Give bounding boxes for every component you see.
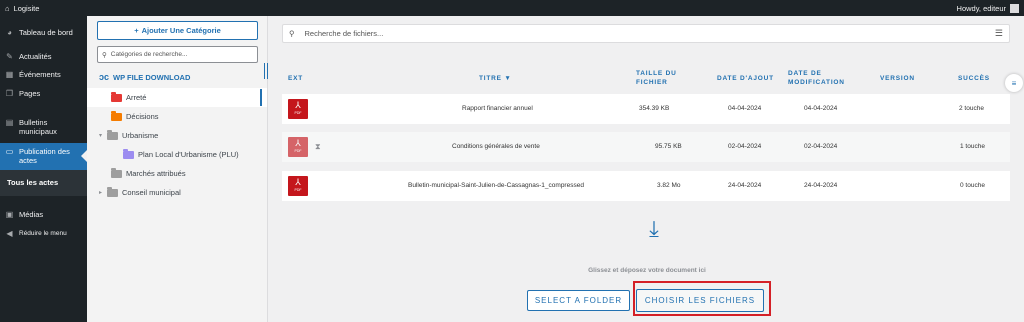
file-title[interactable]: Conditions générales de vente [452,143,540,150]
category-item-marches[interactable]: Marchés attribués [87,164,267,183]
category-item-plu[interactable]: Plan Local d'Urbanisme (PLU) [87,145,267,164]
file-hits: 1 touche [960,143,985,150]
collapse-icon: ◀ [6,229,13,238]
wpfd-logo-icon: ↄc [99,72,110,82]
file-hits: 0 touche [960,182,985,189]
chevron-right-icon[interactable]: ▸ [99,189,107,196]
category-item-arrete[interactable]: Arreté [87,88,267,107]
pages-icon: ❐ [5,89,14,98]
dashboard-icon: ◕ [7,28,12,37]
menu-item-dashboard[interactable]: ◕ Tableau de bord [0,28,87,37]
pdf-file-icon: ⅄ PDF [288,176,308,196]
file-title[interactable]: Bulletin-municipal-Saint-Julien-de-Cassa… [408,182,584,189]
plus-icon: + [134,26,139,35]
file-search-input[interactable]: ⚲ Recherche de fichiers... ☰ [282,24,1010,43]
filter-settings-icon[interactable]: ☰ [995,28,1003,39]
folder-icon [123,148,134,159]
menu-item-pages[interactable]: ❐ Pages [0,89,87,98]
category-panel: + Ajouter Une Catégorie ⚲ Catégories de … [87,16,268,322]
hourglass-icon: ⧗ [315,142,321,151]
file-date-modified: 24-04-2024 [804,182,838,189]
folder-icon [111,110,122,121]
document-icon: ▤ [5,118,14,127]
dropzone-icon: ⤓ [649,216,659,241]
column-ext[interactable]: EXT [288,74,303,83]
file-row[interactable]: ⅄ PDF Rapport financier annuel 354.39 KB … [282,94,1010,124]
file-date-added: 02-04-2024 [728,143,762,150]
file-title[interactable]: Rapport financier annuel [462,105,533,112]
panel-resize-handle[interactable] [264,63,268,79]
category-item-decisions[interactable]: Décisions [87,107,267,126]
pdf-file-icon: ⅄ PDF [288,137,308,157]
user-greeting[interactable]: Howdy, editeur [957,4,1006,13]
search-icon: ⚲ [289,29,295,38]
submenu: Tous les actes [0,170,87,196]
file-size: 354.39 KB [639,105,670,112]
dropzone-text: Glissez et déposez votre document ici [588,267,706,274]
wp-admin-menu: ◕ Tableau de bord ✎ Actualités ▦ Événeme… [0,16,87,322]
chevron-down-icon[interactable]: ▾ [99,132,107,139]
column-hits[interactable]: SUCCÈS [958,74,990,83]
pdf-file-icon: ⅄ PDF [288,99,308,119]
column-date-modified[interactable]: DATE DE MODIFICATION [788,69,845,87]
filter-lines-icon[interactable]: ≡ [1005,74,1023,92]
category-search-input[interactable]: ⚲ Catégories de recherche... [97,46,258,63]
submenu-item-tous-les-actes[interactable]: Tous les actes [0,178,87,187]
file-row[interactable]: ⅄ PDF Bulletin-municipal-Saint-Julien-de-… [282,171,1010,201]
menu-item-publication-actes[interactable]: ▭ Publication des actes [0,143,87,170]
column-title[interactable]: TITRE ▼ [479,74,512,83]
folder-icon [111,91,122,102]
file-table-header: EXT TITRE ▼ TAILLE DU FICHIER DATE D'AJO… [282,68,1010,90]
folder-icon [107,129,118,140]
category-tree: Arreté Décisions ▾ Urbanisme Plan Local … [87,88,267,202]
folder-icon [111,167,122,178]
file-manager-main: ⚲ Recherche de fichiers... ☰ EXT TITRE ▼… [269,16,1024,322]
site-name[interactable]: Logisite [14,4,40,13]
calendar-icon: ▦ [5,70,14,79]
file-size: 3.82 Mo [657,182,681,189]
select-folder-button[interactable]: SELECT A FOLDER [527,290,630,311]
highlight-box [633,281,771,316]
menu-item-evenements[interactable]: ▦ Événements [0,70,87,79]
file-date-modified: 02-04-2024 [804,143,838,150]
column-date-added[interactable]: DATE D'AJOUT [717,74,774,83]
admin-bar: ⌂ Logisite Howdy, editeur [0,0,1024,16]
menu-item-actualites[interactable]: ✎ Actualités [0,52,87,61]
home-icon[interactable]: ⌂ [5,4,10,13]
column-version[interactable]: VERSION [880,74,915,83]
file-date-added: 24-04-2024 [728,182,762,189]
menu-item-medias[interactable]: ▣ Médias [0,210,87,219]
folder-icon [107,186,118,197]
column-size[interactable]: TAILLE DU FICHIER [636,69,677,87]
category-item-conseil[interactable]: ▸ Conseil municipal [87,183,267,202]
pin-icon: ✎ [6,52,13,61]
avatar[interactable] [1010,3,1019,13]
add-category-button[interactable]: + Ajouter Une Catégorie [97,21,258,40]
file-date-modified: 04-04-2024 [804,105,838,112]
selected-marker [260,89,262,106]
wpfd-brand: ↄc WP FILE DOWNLOAD [99,72,191,82]
menu-item-reduire[interactable]: ◀ Réduire le menu [0,229,87,238]
menu-item-bulletins[interactable]: ▤ Bulletins municipaux [0,118,87,136]
category-item-urbanisme[interactable]: ▾ Urbanisme [87,126,267,145]
folder-icon: ▭ [5,147,14,156]
media-icon: ▣ [5,210,14,219]
search-icon: ⚲ [102,51,107,59]
file-row[interactable]: ⅄ PDF ⧗ Conditions générales de vente 95.… [282,132,1010,162]
file-size: 95.75 KB [655,143,682,150]
file-date-added: 04-04-2024 [728,105,762,112]
file-hits: 2 touche [959,105,984,112]
